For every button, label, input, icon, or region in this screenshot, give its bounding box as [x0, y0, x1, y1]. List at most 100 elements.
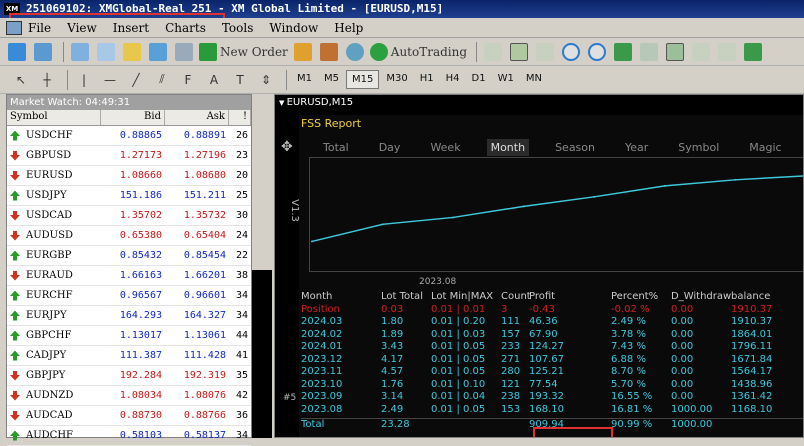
market-watch-row[interactable]: USDCAD 1.35702 1.35732 30	[7, 206, 251, 226]
market-watch-row[interactable]: USDJPY 151.186 151.211 25	[7, 186, 251, 206]
menu-file[interactable]: File	[28, 21, 51, 35]
market-watch-row[interactable]: EURGBP 0.85432 0.85454 22	[7, 246, 251, 266]
bid-cell: 0.96567	[119, 290, 162, 301]
cursor-tool[interactable]: ↖	[10, 69, 32, 91]
market-watch-row[interactable]: CADJPY 111.387 111.428 41	[7, 346, 251, 366]
channel-tool[interactable]: ⫽	[151, 69, 173, 91]
mdi-window-icon[interactable]	[6, 20, 22, 35]
chart-shift-button[interactable]	[638, 41, 660, 63]
report-cell: 2023.12	[301, 353, 343, 365]
column-header-spread[interactable]: !	[229, 110, 251, 125]
timeframe-h1[interactable]: H1	[415, 70, 439, 89]
tester-button[interactable]	[173, 41, 195, 63]
text-tool[interactable]: A	[203, 69, 225, 91]
zoom-in-button[interactable]	[560, 41, 582, 63]
arrows-tool[interactable]: ⇕	[255, 69, 277, 91]
line-chart-button[interactable]	[534, 41, 556, 63]
bid-cell: 1.08034	[119, 390, 162, 401]
report-cell: 4.17	[381, 353, 404, 365]
report-cell: 0.00	[671, 303, 694, 315]
menu-charts[interactable]: Charts	[165, 21, 206, 35]
timeframe-m30[interactable]: M30	[381, 70, 412, 89]
timeframe-h4[interactable]: H4	[441, 70, 465, 89]
timeframe-m5[interactable]: M5	[319, 70, 344, 89]
tab-symbol[interactable]: Symbol	[674, 139, 723, 156]
tile-windows-button[interactable]	[612, 41, 634, 63]
spread-cell: 35	[235, 370, 248, 381]
chart-window[interactable]: EURUSD,M15 ✥ V1.3 #5 FSS Report TotalDay…	[274, 94, 804, 438]
market-watch-row[interactable]: EURCHF 0.96567 0.96601 34	[7, 286, 251, 306]
market-button[interactable]	[318, 41, 340, 63]
menu-view[interactable]: View	[67, 21, 97, 35]
vertical-line-tool[interactable]: |	[73, 69, 95, 91]
market-watch-row[interactable]: AUDNZD 1.08034 1.08076 42	[7, 386, 251, 406]
market-watch-row[interactable]: AUDCAD 0.88730 0.88766 36	[7, 406, 251, 426]
market-watch-row[interactable]: USDCHF 0.88865 0.88891 26	[7, 126, 251, 146]
periods-button[interactable]	[716, 41, 738, 63]
tab-total[interactable]: Total	[319, 139, 353, 156]
tab-day[interactable]: Day	[375, 139, 405, 156]
market-watch-row[interactable]: GBPJPY 192.284 192.319 35	[7, 366, 251, 386]
autoscroll-button[interactable]	[664, 41, 686, 63]
periods-icon	[718, 42, 737, 61]
templates-button[interactable]	[742, 41, 764, 63]
tab-season[interactable]: Season	[551, 139, 599, 156]
candlestick-button[interactable]	[508, 41, 530, 63]
market-watch-row[interactable]: AUDCHF 0.58103 0.58137 34	[7, 426, 251, 446]
ask-cell: 1.35732	[183, 210, 226, 221]
report-cell: 1564.17	[731, 366, 773, 377]
timeframe-d1[interactable]: D1	[467, 70, 491, 89]
market-watch-button[interactable]	[69, 41, 91, 63]
bar-chart-button[interactable]	[482, 41, 504, 63]
tab-magic[interactable]: Magic	[745, 139, 785, 156]
timeframe-m1[interactable]: M1	[292, 70, 317, 89]
menu-tools[interactable]: Tools	[222, 21, 254, 35]
toolbar-separator	[476, 41, 478, 62]
fibonacci-tool[interactable]: F	[177, 69, 199, 91]
column-header-symbol[interactable]: Symbol	[7, 110, 101, 125]
tab-week[interactable]: Week	[426, 139, 464, 156]
indicators-button[interactable]	[690, 41, 712, 63]
market-watch-row[interactable]: GBPCHF 1.13017 1.13061 44	[7, 326, 251, 346]
new-order-button[interactable]: New Order	[199, 41, 288, 63]
market-watch-row[interactable]: GBPUSD 1.27173 1.27196 23	[7, 146, 251, 166]
down-arrow-icon	[10, 270, 20, 281]
signals-button[interactable]	[344, 41, 366, 63]
label-tool[interactable]: T	[229, 69, 251, 91]
trendline-tool[interactable]: ╱	[125, 69, 147, 91]
move-handle-icon[interactable]: ✥	[281, 139, 293, 155]
data-window-button[interactable]	[95, 41, 117, 63]
new-chart-button[interactable]	[6, 41, 28, 63]
report-cell: 168.10	[529, 403, 564, 415]
report-month-row: 2023.11 4.57 0.01 | 0.05 280 125.21 8.70 % 0.0…	[301, 366, 803, 379]
menu-window[interactable]: Window	[269, 21, 318, 35]
report-month-row: 2023.09 3.14 0.01 | 0.04 238 193.32 16.55 % 0.…	[301, 391, 803, 404]
zoom-out-button[interactable]	[586, 41, 608, 63]
column-header-bid[interactable]: Bid	[101, 110, 165, 125]
crosshair-tool[interactable]: ┼	[36, 69, 58, 91]
column-header-ask[interactable]: Ask	[165, 110, 229, 125]
navigator-button[interactable]	[121, 41, 143, 63]
symbol-cell: USDJPY	[7, 190, 101, 201]
profiles-button[interactable]	[32, 41, 54, 63]
symbol-name: EURUSD	[26, 170, 73, 181]
autotrading-button[interactable]: AutoTrading	[369, 41, 467, 63]
menu-insert[interactable]: Insert	[113, 21, 149, 35]
tile-windows-icon	[614, 42, 633, 61]
market-watch-row[interactable]: EURUSD 1.08660 1.08680 20	[7, 166, 251, 186]
tab-year[interactable]: Year	[621, 139, 652, 156]
toolbar-separator	[63, 41, 64, 62]
market-watch-row[interactable]: EURAUD 1.66163 1.66201 38	[7, 266, 251, 286]
report-cell: D_Withdraw	[671, 291, 732, 302]
market-watch-row[interactable]: EURJPY 164.293 164.327 34	[7, 306, 251, 326]
tab-month[interactable]: Month	[486, 139, 530, 156]
metaeditor-button[interactable]	[292, 41, 314, 63]
menu-help[interactable]: Help	[334, 21, 363, 35]
timeframe-w1[interactable]: W1	[493, 70, 519, 89]
terminal-button[interactable]	[147, 41, 169, 63]
horizontal-line-tool[interactable]: —	[99, 69, 121, 91]
timeframe-m15[interactable]: M15	[346, 70, 380, 89]
timeframe-mn[interactable]: MN	[521, 70, 547, 89]
spread-cell: 42	[235, 390, 248, 401]
market-watch-row[interactable]: AUDUSD 0.65380 0.65404 24	[7, 226, 251, 246]
